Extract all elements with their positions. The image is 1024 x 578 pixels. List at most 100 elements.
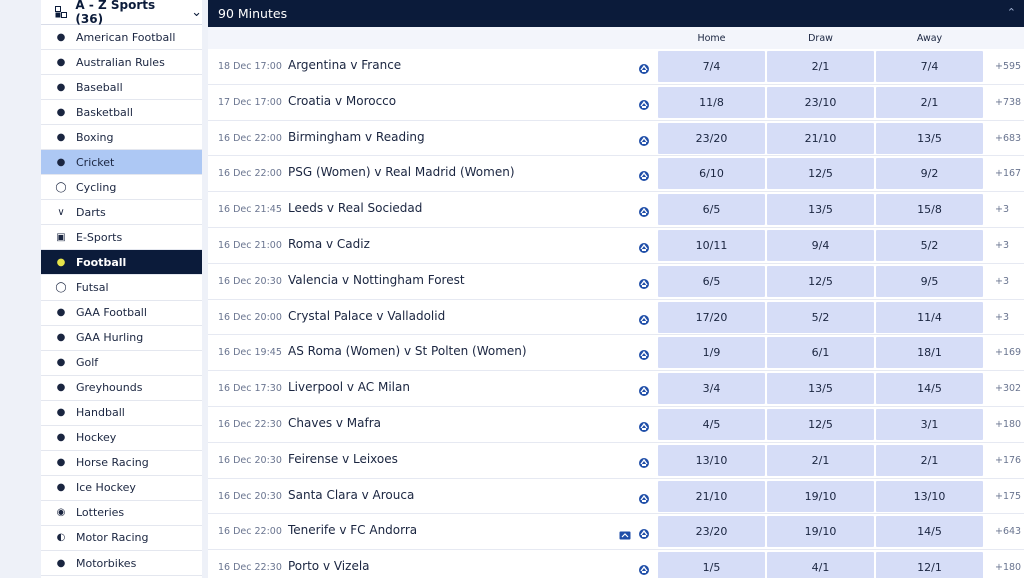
event-row[interactable]: 16 Dec 20:00 Crystal Palace v Valladolid 1… [208,299,1024,336]
sidebar-item-gaa-football[interactable]: ● GAA Football [41,300,202,326]
event-row[interactable]: 16 Dec 20:30 Feirense v Leixoes 13/10 2/1 2/… [208,442,1024,479]
odds-draw-button[interactable]: 12/5 [767,158,874,190]
odds-draw-button[interactable]: 23/10 [767,86,874,118]
odds-home-button[interactable]: 10/11 [658,230,765,261]
sidebar-item-motorbikes[interactable]: ● Motorbikes [41,550,202,577]
sidebar-item-boxing[interactable]: ● Boxing [41,125,202,151]
stats-icon[interactable] [638,239,650,253]
more-markets-link[interactable]: +3 [995,204,1009,215]
odds-away-button[interactable]: 5/2 [876,230,983,261]
stats-icon[interactable] [638,275,650,289]
more-markets-link[interactable]: +302 [995,383,1021,394]
market-header[interactable]: 90 Minutes ⌃ [208,0,1024,27]
odds-away-button[interactable]: 2/1 [876,444,983,476]
odds-draw-button[interactable]: 4/1 [767,552,874,578]
stats-icon[interactable] [638,167,650,182]
more-markets-link[interactable]: +175 [995,491,1021,502]
odds-home-button[interactable]: 6/5 [658,194,765,226]
odds-draw-button[interactable]: 19/10 [767,480,874,512]
odds-home-button[interactable]: 23/20 [658,516,765,548]
more-markets-link[interactable]: +3 [995,312,1009,323]
stats-icon[interactable] [638,60,650,74]
event-row[interactable]: 18 Dec 17:00 Argentina v France 7/4 2/1 7/4 +… [208,49,1024,85]
odds-away-button[interactable]: 11/4 [876,301,983,333]
more-markets-link[interactable]: +643 [995,526,1021,537]
odds-away-button[interactable]: 7/4 [876,51,983,82]
odds-away-button[interactable]: 14/5 [876,373,983,405]
sidebar-item-handball[interactable]: ● Handball [41,400,202,426]
event-row[interactable]: 16 Dec 17:30 Liverpool v AC Milan 3/4 13/5 1… [208,371,1024,407]
event-name[interactable]: Roma v Cadiz [288,237,370,251]
sidebar-item-motor-racing[interactable]: ◐ Motor Racing [41,525,202,551]
sidebar-item-hockey[interactable]: ● Hockey [41,425,202,451]
more-markets-link[interactable]: +167 [995,168,1021,179]
sidebar-item-ice-hockey[interactable]: ● Ice Hockey [41,475,202,501]
sidebar-item-horse-racing[interactable]: ● Horse Racing [41,450,202,476]
odds-draw-button[interactable]: 2/1 [767,444,874,476]
odds-draw-button[interactable]: 5/2 [767,301,874,333]
az-sports-header[interactable]: A - Z Sports (36) ⌄ [41,0,202,26]
stats-icon[interactable] [638,454,650,468]
odds-away-button[interactable]: 9/2 [876,158,983,190]
sidebar-item-football[interactable]: ● Football [41,250,202,276]
stats-icon[interactable] [638,311,650,325]
odds-away-button[interactable]: 2/1 [876,86,983,118]
event-name[interactable]: Chaves v Mafra [288,416,381,430]
event-name[interactable]: Crystal Palace v Valladolid [288,309,445,323]
more-markets-link[interactable]: +3 [995,276,1009,287]
more-markets-link[interactable]: +180 [995,562,1021,573]
odds-draw-button[interactable]: 13/5 [767,373,874,405]
event-name[interactable]: Croatia v Morocco [288,94,396,108]
sidebar-item-futsal[interactable]: ◯ Futsal [41,275,202,301]
odds-draw-button[interactable]: 2/1 [767,51,874,82]
chevron-up-icon[interactable]: ⌃ [1007,6,1016,19]
odds-draw-button[interactable]: 19/10 [767,516,874,548]
stats-icon[interactable] [638,203,650,218]
odds-home-button[interactable]: 6/5 [658,265,765,297]
stats-icon[interactable] [638,561,650,576]
odds-home-button[interactable]: 1/9 [658,337,765,369]
event-row[interactable]: 16 Dec 22:30 Chaves v Mafra 4/5 12/5 3/1 +180 [208,407,1024,443]
odds-away-button[interactable]: 12/1 [876,552,983,578]
odds-away-button[interactable]: 9/5 [876,265,983,297]
odds-draw-button[interactable]: 6/1 [767,337,874,369]
event-row[interactable]: 17 Dec 17:00 Croatia v Morocco 11/8 23/10 2/… [208,84,1024,121]
stats-icon[interactable] [638,525,650,540]
odds-home-button[interactable]: 17/20 [658,301,765,333]
odds-away-button[interactable]: 3/1 [876,409,983,440]
event-name[interactable]: Birmingham v Reading [288,130,425,144]
odds-home-button[interactable]: 13/10 [658,444,765,476]
event-name[interactable]: PSG (Women) v Real Madrid (Women) [288,165,515,179]
sidebar-item-basketball[interactable]: ● Basketball [41,100,202,126]
odds-home-button[interactable]: 1/5 [658,552,765,578]
event-row[interactable]: 16 Dec 20:30 Santa Clara v Arouca 21/10 19/… [208,478,1024,515]
stats-icon[interactable] [638,490,650,504]
odds-draw-button[interactable]: 12/5 [767,265,874,297]
event-row[interactable]: 16 Dec 22:00 PSG (Women) v Real Madrid (W… [208,156,1024,193]
sidebar-item-baseball[interactable]: ● Baseball [41,75,202,101]
sidebar-item-e-sports[interactable]: ▣ E-Sports [41,225,202,251]
event-row[interactable]: 16 Dec 20:30 Valencia v Nottingham Forest… [208,263,1024,300]
event-name[interactable]: Leeds v Real Sociedad [288,201,422,215]
odds-draw-button[interactable]: 12/5 [767,409,874,440]
stats-icon[interactable] [638,418,650,432]
sidebar-item-american-football[interactable]: ● American Football [41,25,202,51]
stats-icon[interactable] [638,132,650,146]
event-name[interactable]: AS Roma (Women) v St Polten (Women) [288,344,527,358]
event-row[interactable]: 16 Dec 21:45 Leeds v Real Sociedad 6/5 13/5… [208,192,1024,228]
more-markets-link[interactable]: +169 [995,347,1021,358]
sidebar-item-golf[interactable]: ● Golf [41,350,202,376]
odds-home-button[interactable]: 21/10 [658,480,765,512]
event-name[interactable]: Tenerife v FC Andorra [288,523,417,537]
odds-draw-button[interactable]: 13/5 [767,194,874,226]
more-markets-link[interactable]: +738 [995,97,1021,108]
odds-home-button[interactable]: 23/20 [658,122,765,154]
event-name[interactable]: Feirense v Leixoes [288,452,398,466]
more-markets-link[interactable]: +176 [995,455,1021,466]
odds-away-button[interactable]: 13/5 [876,122,983,154]
event-row[interactable]: 16 Dec 22:00 Birmingham v Reading 23/20 21/… [208,120,1024,157]
sidebar-item-darts[interactable]: ∨ Darts [41,200,202,226]
odds-home-button[interactable]: 3/4 [658,373,765,405]
chevron-down-icon[interactable]: ⌄ [191,6,202,19]
tv-icon[interactable] [619,526,631,540]
